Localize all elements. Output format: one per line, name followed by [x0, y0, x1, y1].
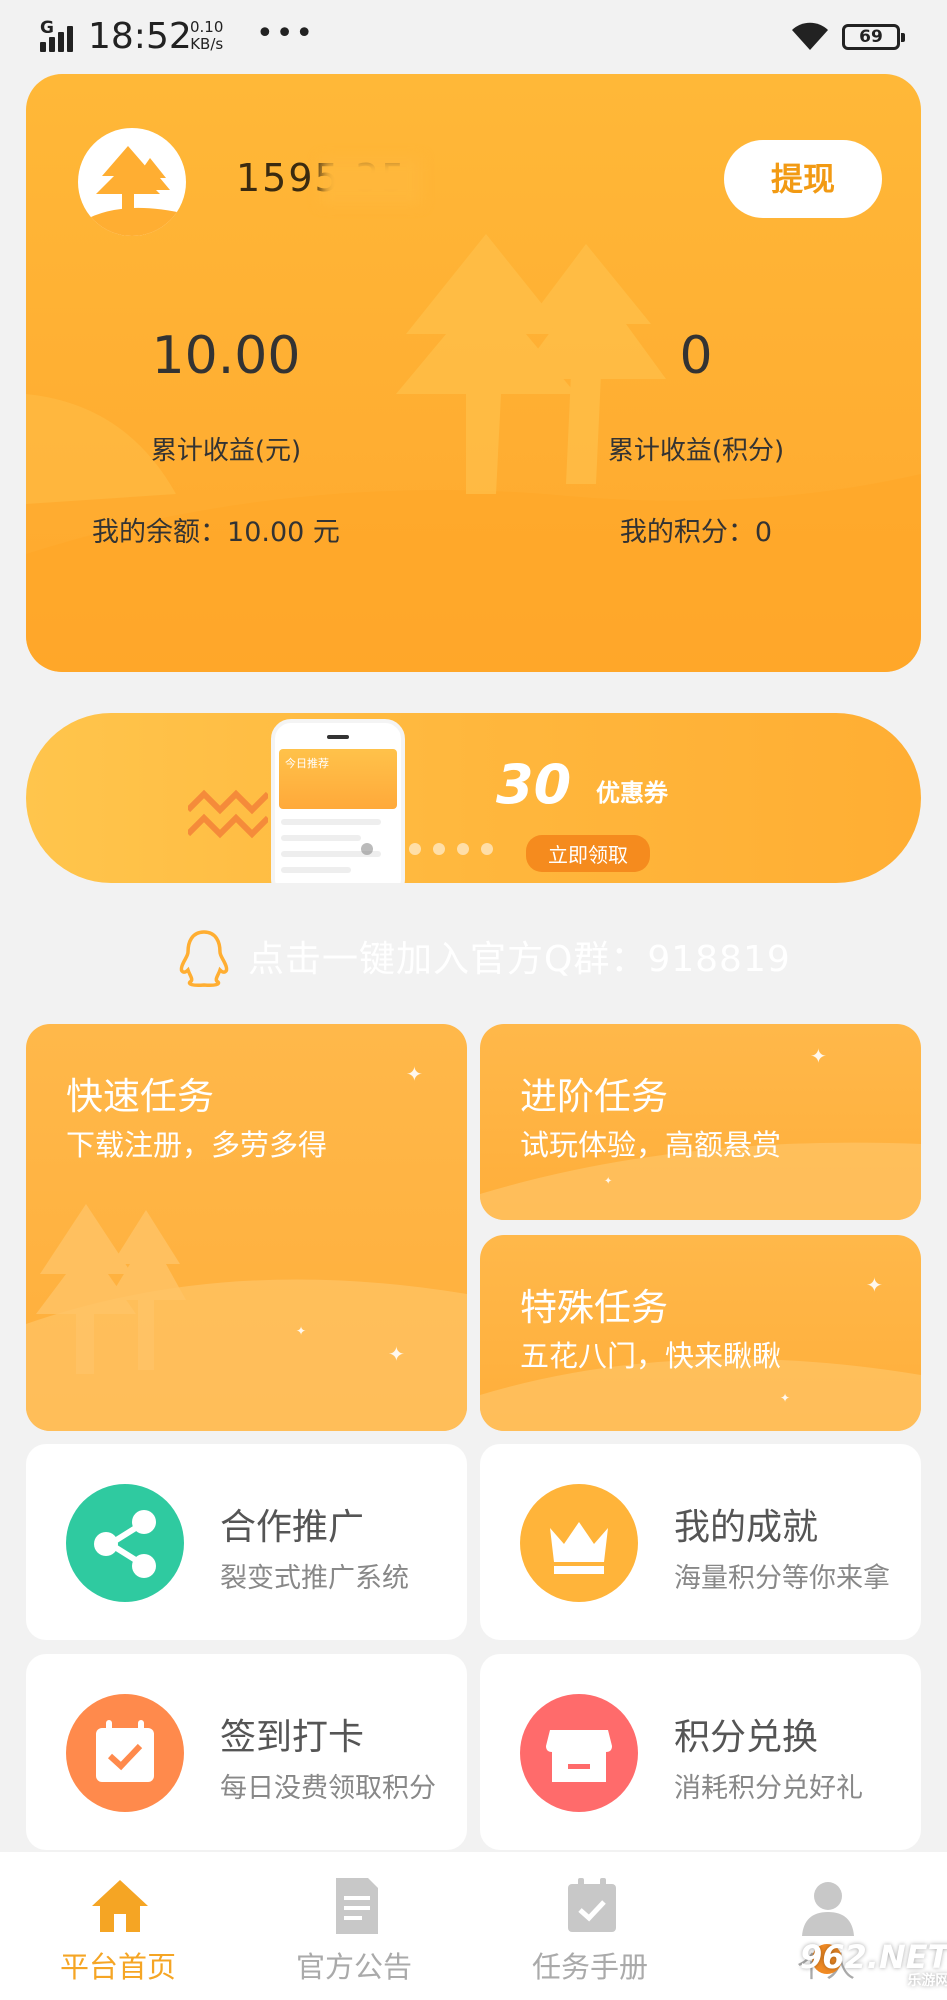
join-qq-group-link[interactable]: 点击一键加入官方Q群：918819 — [248, 930, 791, 982]
promotion-card[interactable]: 合作推广 裂变式推广系统 — [26, 1444, 467, 1640]
banner-phone-illustration: 今日推荐 — [271, 719, 405, 883]
feature-subtitle: 每日没费领取积分 — [220, 1773, 436, 1804]
nav-label: 任务手册 — [531, 1950, 648, 1984]
banner-phone-title: 今日推荐 — [285, 757, 329, 770]
task-title: 进阶任务 — [520, 1075, 668, 1118]
sparkle-icon: ✦ — [604, 1176, 613, 1187]
special-task-card[interactable]: ✦ ✦ 特殊任务 五花八门，快来瞅瞅 — [480, 1235, 921, 1431]
check-in-card[interactable]: 签到打卡 每日没费领取积分 — [26, 1654, 467, 1850]
nav-home[interactable]: 平台首页 — [0, 1852, 236, 2000]
sparkle-icon: ✦ — [296, 1324, 307, 1338]
banner-dot[interactable] — [481, 843, 493, 855]
user-icon — [802, 1882, 854, 1936]
sparkle-icon: ✦ — [810, 1044, 827, 1068]
sparkle-icon: ✦ — [406, 1062, 423, 1086]
network-speed: 0.10 KB/s — [190, 19, 223, 53]
task-subtitle: 下载注册，多劳多得 — [66, 1128, 328, 1162]
speed-unit: KB/s — [190, 35, 224, 53]
feature-title: 合作推广 — [220, 1507, 365, 1548]
account-card: 1595 35 提现 10.00 0 累计收益(元) 累计收益(积分) 我的余额… — [26, 74, 921, 672]
total-earnings-yuan: 10.00 — [151, 326, 301, 386]
signal-icon: G — [38, 18, 78, 52]
my-points: 我的积分：0 — [619, 517, 773, 548]
site-watermark: 962.NET 乐游网 — [800, 1938, 947, 1990]
feature-title: 积分兑换 — [674, 1717, 819, 1758]
total-earnings-points-label: 累计收益(积分) — [607, 436, 785, 466]
network-type: G — [40, 18, 54, 38]
wifi-icon — [792, 22, 828, 50]
status-bar: G 18:52 0.10 KB/s ••• 69 — [0, 0, 947, 74]
withdraw-button[interactable]: 提现 — [724, 140, 882, 218]
speed-value: 0.10 — [190, 18, 224, 36]
sparkle-icon: ✦ — [866, 1273, 883, 1297]
home-icon — [92, 1880, 148, 1932]
nav-label: 平台首页 — [59, 1950, 176, 1984]
feature-subtitle: 海量积分等你来拿 — [674, 1563, 890, 1594]
nav-announcements[interactable]: 官方公告 — [236, 1852, 472, 2000]
more-notifications-icon: ••• — [256, 16, 316, 51]
qq-penguin-icon — [179, 930, 229, 987]
zigzag-decoration — [188, 789, 268, 839]
feature-title: 我的成就 — [674, 1507, 819, 1548]
banner-dot[interactable] — [361, 843, 373, 855]
calendar-check-icon — [66, 1694, 184, 1812]
banner-claim-button[interactable]: 立即领取 — [526, 835, 650, 872]
achievements-card[interactable]: 我的成就 海量积分等你来拿 — [480, 1444, 921, 1640]
task-manual-icon — [568, 1878, 616, 1932]
crown-icon — [520, 1484, 638, 1602]
nav-task-manual[interactable]: 任务手册 — [472, 1852, 708, 2000]
task-subtitle: 试玩体验，高额悬赏 — [520, 1128, 782, 1162]
sparkle-icon: ✦ — [780, 1391, 791, 1405]
task-title: 快速任务 — [66, 1075, 214, 1118]
points-exchange-card[interactable]: 积分兑换 消耗积分兑好礼 — [480, 1654, 921, 1850]
feature-subtitle: 裂变式推广系统 — [220, 1563, 409, 1594]
task-subtitle: 五花八门，快来瞅瞅 — [520, 1339, 782, 1373]
app-logo — [78, 128, 186, 236]
advanced-task-card[interactable]: ✦ ✦ 进阶任务 试玩体验，高额悬赏 — [480, 1024, 921, 1220]
banner-dot[interactable] — [433, 843, 445, 855]
share-icon — [66, 1484, 184, 1602]
task-title: 特殊任务 — [520, 1286, 668, 1329]
banner-coupon-label: 优惠券 — [596, 779, 668, 807]
banner-dot[interactable] — [457, 843, 469, 855]
total-earnings-points: 0 — [679, 326, 713, 386]
quick-task-card[interactable]: ✦ ✦ ✦ 快速任务 下载注册，多劳多得 — [26, 1024, 467, 1431]
banner-dot[interactable] — [385, 843, 397, 855]
promo-banner[interactable]: 今日推荐 30 优惠券 立即领取 — [26, 713, 921, 883]
banner-dot[interactable] — [409, 843, 421, 855]
sparkle-icon: ✦ — [388, 1342, 405, 1366]
phone-privacy-blur — [321, 158, 421, 204]
feature-title: 签到打卡 — [220, 1717, 365, 1758]
notice-icon — [336, 1878, 378, 1934]
feature-subtitle: 消耗积分兑好礼 — [674, 1773, 863, 1804]
banner-amount: 30 — [496, 753, 572, 816]
shop-icon — [520, 1694, 638, 1812]
battery-icon: 69 — [842, 24, 905, 50]
my-balance: 我的余额：10.00 元 — [92, 517, 340, 548]
clock: 18:52 — [88, 16, 192, 57]
total-earnings-yuan-label: 累计收益(元) — [150, 436, 302, 466]
nav-label: 官方公告 — [295, 1950, 412, 1984]
